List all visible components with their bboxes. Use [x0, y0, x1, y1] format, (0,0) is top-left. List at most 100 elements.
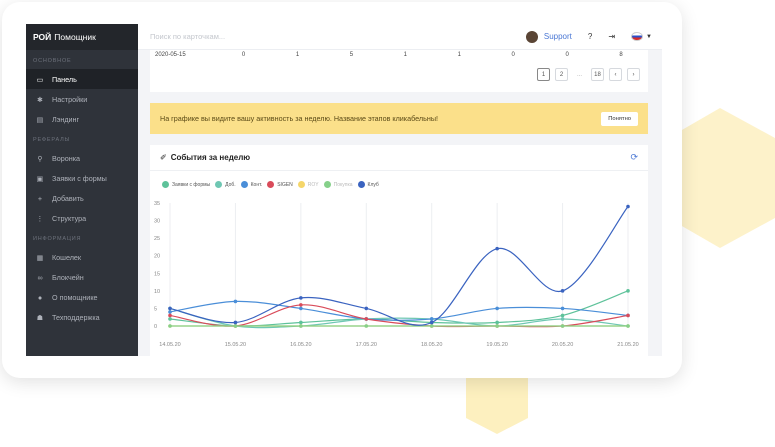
table-cell: 1 [403, 52, 408, 58]
x-tick-label: 19.05.20 [486, 342, 507, 348]
sidebar-item-label: Заявки с формы [52, 173, 107, 183]
y-tick-label: 10 [154, 289, 160, 295]
prev-page-button[interactable]: ‹ [609, 68, 622, 81]
search-input[interactable]: Поиск по карточкам... [150, 32, 526, 41]
data-point [299, 306, 303, 311]
russian-flag-icon [631, 32, 644, 41]
data-point [560, 324, 565, 328]
sidebar-item[interactable]: ▦ Кошелек [26, 247, 138, 267]
y-tick-label: 15 [154, 271, 160, 277]
sidebar-item-label: Панель [52, 74, 77, 84]
sidebar-item[interactable]: ☗ Техподдержка [26, 307, 138, 327]
data-point [299, 324, 303, 328]
data-point [495, 320, 499, 325]
legend-item[interactable]: ROY [297, 181, 319, 188]
y-tick-label: 20 [154, 254, 160, 260]
legend-label: Покупка [333, 181, 353, 188]
legend-item[interactable]: SIGEN [267, 181, 293, 188]
data-point [168, 324, 172, 328]
data-point [233, 299, 238, 304]
legend-dot [323, 181, 331, 188]
next-page-button[interactable]: › [627, 68, 640, 81]
legend-label: Доб. [225, 181, 236, 188]
sidebar-item[interactable]: ∞ Блокчейн [26, 267, 138, 287]
legend-item[interactable]: Заявки с формы [162, 181, 210, 188]
brand-logo[interactable]: РОЙ Помощник [26, 24, 138, 50]
wallet-icon: ▦ [36, 252, 44, 262]
data-point [233, 324, 238, 328]
sidebar-item-label: Блокчейн [52, 272, 84, 282]
sidebar-item[interactable]: ● О помощнике [26, 287, 138, 307]
legend-dot [240, 181, 248, 188]
sidebar-item[interactable]: ✱ Настройки [26, 89, 138, 109]
table-cell: 0 [511, 52, 515, 58]
data-point [168, 317, 172, 321]
chevron-down-icon: ▼ [646, 33, 652, 40]
series-line [169, 307, 629, 329]
sidebar-item[interactable]: ▭ Панель [26, 69, 138, 89]
data-point [429, 320, 434, 325]
legend-label: ROY [307, 181, 319, 188]
data-point [364, 324, 369, 328]
sidebar-item-label: Кошелек [52, 252, 82, 262]
legend-item[interactable]: Доб. [215, 181, 236, 188]
data-point [495, 246, 499, 251]
sidebar-item-label: Настройки [52, 94, 88, 104]
sidebar-item[interactable]: ▤ Лэндинг [26, 109, 138, 129]
data-point [560, 306, 565, 311]
chart-title: ✐ События за неделю [160, 153, 630, 162]
structure-icon: ⋮ [36, 213, 44, 223]
y-tick-label: 35 [154, 201, 160, 207]
legend-item[interactable]: Покупка [323, 181, 353, 188]
data-point [168, 310, 172, 314]
sidebar-item-label: Добавить [52, 193, 84, 203]
sidebar-item-label: Воронка [52, 153, 81, 163]
data-table-card: 2020-05-15 0 1 5 1 1 0 0 8 1 2... 18 ‹ › [150, 50, 648, 92]
legend-dot [297, 181, 305, 188]
legend-item[interactable]: Конт. [240, 181, 263, 188]
language-selector[interactable]: ▼ [631, 32, 652, 41]
pagination-ellipsis: ... [573, 68, 586, 81]
series-line [169, 300, 629, 321]
logout-icon[interactable]: ⇥ [608, 32, 615, 41]
pagination: 1 2... 18 ‹ › [537, 68, 640, 81]
data-point [560, 317, 565, 321]
main-content: Поиск по карточкам... Support ? ⇥ ▼ 2020… [138, 24, 662, 356]
legend-item[interactable]: Клуб [357, 181, 379, 188]
device-frame: РОЙ Помощник ОСНОВНОЕ ▭ Панель ✱ Настройки ▤ Л… [2, 2, 682, 378]
sidebar-item[interactable]: ⚲ Воронка [26, 148, 138, 168]
x-tick-label: 20.05.20 [552, 342, 573, 348]
support-link[interactable]: Support [525, 30, 572, 43]
sidebar-section-title: РЕФЕРАЛЫ [33, 137, 71, 143]
avatar [525, 30, 538, 43]
sidebar-item[interactable]: + Добавить [26, 188, 138, 208]
page-button[interactable]: 2 [555, 68, 568, 81]
notice-ok-button[interactable]: Понятно [601, 111, 638, 126]
legend-label: SIGEN [277, 181, 293, 188]
form-icon: ▣ [36, 173, 44, 183]
help-icon[interactable]: ? [588, 32, 592, 41]
y-tick-label: 0 [154, 324, 157, 330]
brand-name-bold: РОЙ [33, 32, 52, 42]
page-button[interactable]: 18 [591, 68, 604, 81]
data-point [299, 320, 303, 325]
add-user-icon: + [37, 193, 43, 203]
legend-dot [215, 181, 223, 188]
brand-name-rest: Помощник [54, 32, 96, 42]
data-point [626, 204, 630, 209]
x-tick-label: 16.05.20 [290, 342, 311, 348]
sidebar-item[interactable]: ⋮ Структура [26, 208, 138, 228]
refresh-icon[interactable]: ⟳ [630, 152, 638, 163]
data-point [364, 306, 369, 311]
data-point [560, 313, 565, 318]
x-tick-label: 17.05.20 [356, 342, 377, 348]
page-button[interactable]: 1 [537, 68, 550, 81]
monitor-icon: ▭ [36, 74, 44, 84]
legend-label: Конт. [250, 181, 263, 188]
legend-label: Клуб [367, 181, 379, 188]
data-point [495, 324, 499, 328]
chart-title-text: События за неделю [170, 153, 251, 162]
sidebar-item[interactable]: ▣ Заявки с формы [26, 168, 138, 188]
chart-icon: ✐ [160, 153, 167, 162]
data-point [626, 313, 630, 318]
